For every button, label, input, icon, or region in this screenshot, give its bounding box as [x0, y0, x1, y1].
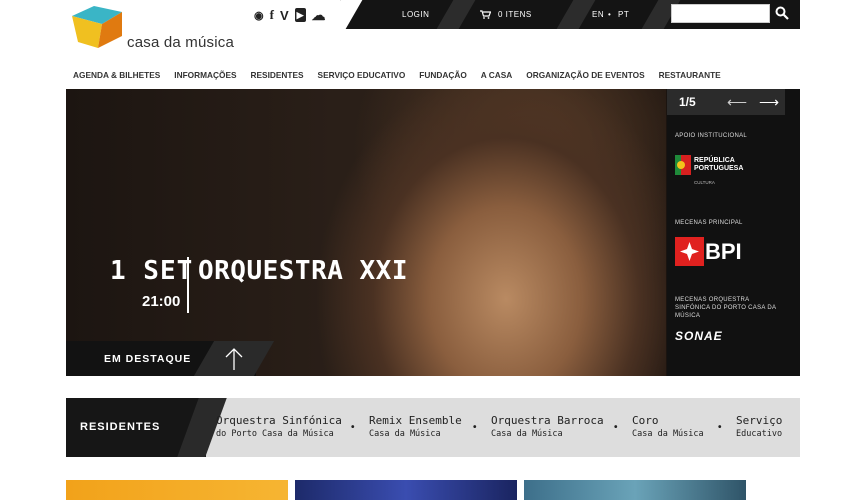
nav-item-agenda[interactable]: AGENDA & BILHETES	[73, 70, 160, 80]
login-link[interactable]: LOGIN	[402, 0, 429, 29]
republica-logo[interactable]: REPÚBLICA PORTUGUESA	[694, 157, 743, 173]
republica-sub: CULTURA	[694, 180, 715, 185]
bpi-logo[interactable]: BPI	[705, 239, 742, 265]
nav-item-fundacao[interactable]: FUNDAÇÃO	[419, 70, 466, 80]
resident-coro[interactable]: Coro Casa da Música	[632, 414, 704, 439]
main-sponsor-label: MECENAS PRINCIPAL	[675, 220, 743, 226]
lang-en[interactable]: EN	[592, 0, 604, 29]
thumbnail-card[interactable]	[295, 480, 517, 500]
event-date: 1 SET	[110, 256, 194, 286]
cart-count[interactable]: 0 ITENS	[498, 0, 532, 29]
search-icon[interactable]	[775, 6, 789, 20]
youtube-icon[interactable]: ▶	[294, 8, 306, 22]
featured-label: EM DESTAQUE	[104, 353, 192, 365]
event-time: 21:00	[142, 293, 181, 310]
event-divider	[187, 257, 189, 313]
nav-item-restaurante[interactable]: RESTAURANTE	[659, 70, 721, 80]
arrow-up-icon[interactable]	[224, 347, 244, 376]
cart-icon[interactable]	[480, 0, 492, 29]
institutional-label: APOIO INSTITUCIONAL	[675, 133, 748, 139]
featured-bar: EM DESTAQUE	[66, 341, 275, 376]
event-title[interactable]: ORQUESTRA XXI	[198, 256, 408, 286]
casa-da-musica-logo-icon	[72, 6, 122, 48]
resident-orquestra-sinfonica[interactable]: Orquestra Sinfónica do Porto Casa da Músi…	[216, 414, 342, 439]
brand-name: casa da música	[127, 34, 235, 51]
soundcloud-icon[interactable]: ☁	[312, 7, 326, 23]
nav-item-informacoes[interactable]: INFORMAÇÕES	[174, 70, 236, 80]
nav-item-servico-educativo[interactable]: SERVIÇO EDUCATIVO	[318, 70, 406, 80]
orchestra-sponsor-label: MECENAS ORQUESTRA SINFÓNICA DO PORTO CAS…	[675, 297, 776, 319]
vimeo-icon[interactable]: V	[280, 8, 289, 23]
lang-pt[interactable]: PT	[618, 0, 629, 29]
social-links: ◉ f V ▶ ☁	[254, 7, 326, 23]
hero-image	[66, 89, 666, 376]
nav-item-residentes[interactable]: RESIDENTES	[251, 70, 304, 80]
nav-item-eventos[interactable]: ORGANIZAÇÃO DE EVENTOS	[526, 70, 644, 80]
thumbnail-card[interactable]	[524, 480, 746, 500]
hero-slider[interactable]: 1 SET 21:00 ORQUESTRA XXI EM DESTAQUE 1/…	[66, 89, 800, 376]
site-logo[interactable]: casa da música	[72, 6, 242, 56]
republica-emblem-icon	[675, 155, 691, 180]
rss-icon[interactable]: ◉	[254, 8, 264, 22]
thumbnail-card[interactable]	[66, 480, 288, 500]
bpi-icon[interactable]	[675, 237, 704, 266]
slide-counter: 1/5	[679, 95, 696, 109]
residents-bar: RESIDENTES Orquestra Sinfónica do Porto C…	[66, 398, 800, 457]
arrow-left-icon[interactable]: ⟵	[727, 94, 747, 111]
search-input[interactable]	[671, 4, 770, 23]
resident-remix-ensemble[interactable]: Remix Ensemble Casa da Música	[369, 414, 462, 439]
resident-servico-educativo[interactable]: Serviço Educativo	[736, 414, 782, 439]
nav-item-a-casa[interactable]: A CASA	[481, 70, 513, 80]
facebook-icon[interactable]: f	[270, 7, 274, 22]
sponsors-panel: 1/5 ⟵ ⟶ APOIO INSTITUCIONAL REPÚBLICA POR…	[667, 89, 800, 376]
resident-orquestra-barroca[interactable]: Orquestra Barroca Casa da Música	[491, 414, 604, 439]
residents-title: RESIDENTES	[80, 421, 161, 433]
slider-pager: 1/5 ⟵ ⟶	[667, 89, 785, 115]
lang-separator: •	[608, 10, 612, 19]
arrow-right-icon[interactable]: ⟶	[759, 94, 779, 111]
main-nav: AGENDA & BILHETES INFORMAÇÕES RESIDENTES…	[73, 70, 721, 80]
sonae-logo[interactable]: SONAE	[675, 329, 723, 343]
